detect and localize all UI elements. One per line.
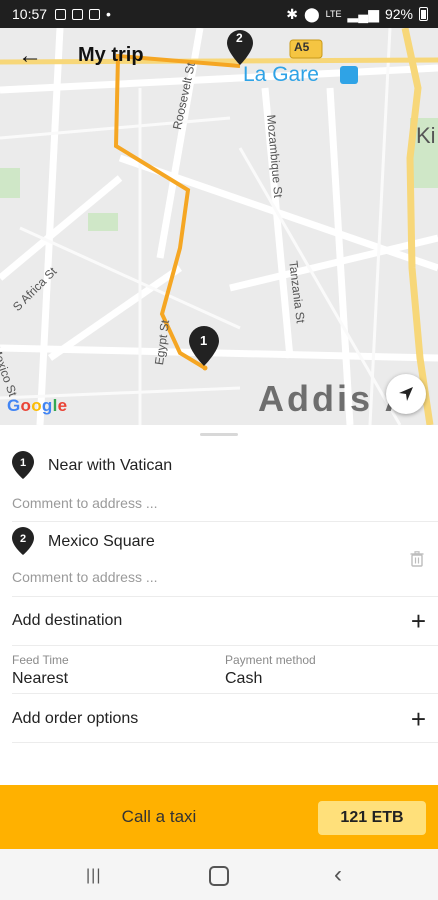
divider [12, 521, 438, 522]
stop-1-name[interactable]: Near with Vatican [48, 457, 172, 475]
lte-icon: LTE [325, 9, 342, 19]
trip-sheet: 1 Near with Vatican Comment to address .… [0, 425, 438, 785]
call-taxi-bar: Call a taxi 121 ETB [0, 785, 438, 849]
back-chevron-icon[interactable]: ‹ [334, 861, 342, 889]
svg-text:1: 1 [20, 457, 26, 469]
price-button[interactable]: 121 ETB [318, 801, 426, 835]
facebook-icon [72, 8, 84, 20]
pin-2-icon: 2 [12, 527, 34, 555]
add-destination-label: Add destination [12, 612, 123, 629]
map-pin-2-number: 2 [236, 31, 243, 45]
divider [12, 645, 438, 646]
stop-1-row[interactable]: 1 Near with Vatican Comment to address .… [12, 451, 426, 511]
battery-icon [419, 7, 428, 21]
status-time: 10:57 [12, 6, 48, 22]
divider [12, 742, 438, 743]
map-graphics [0, 28, 438, 425]
map-pin-1-number: 1 [200, 333, 208, 348]
divider [12, 596, 438, 597]
svg-text:2: 2 [20, 533, 26, 545]
lock-icon [89, 8, 101, 20]
back-button[interactable]: ← [18, 42, 46, 70]
add-destination-row[interactable]: Add destination + [12, 605, 426, 641]
payment-method-value[interactable]: Cash [225, 670, 262, 688]
dot-icon: • [106, 6, 111, 22]
navigation-arrow-icon [399, 387, 413, 401]
payment-method-label: Payment method [225, 653, 316, 667]
stop-2-name[interactable]: Mexico Square [48, 533, 155, 551]
map-view[interactable]: A5 La Gare Ki Roosevelt St Mozambique St… [0, 28, 438, 425]
stop-2-row[interactable]: 2 Mexico Square Comment to address ... [12, 527, 426, 587]
location-icon: ⬤ [304, 5, 320, 22]
status-bar: 10:57 • ✱ ⬤ LTE ▂▄▆ 92% [0, 0, 438, 28]
pin-1-icon: 1 [12, 451, 34, 479]
battery-percent: 92% [384, 6, 413, 22]
drag-handle[interactable] [200, 433, 238, 436]
call-taxi-button[interactable]: Call a taxi [0, 807, 318, 827]
stop-1-comment-input[interactable]: Comment to address ... [12, 495, 158, 511]
page-title: My trip [78, 44, 144, 66]
divider [12, 693, 438, 694]
stop-2-comment-input[interactable]: Comment to address ... [12, 569, 158, 585]
gallery-icon [55, 8, 67, 20]
google-logo: Google [7, 396, 68, 415]
my-location-button[interactable] [386, 374, 426, 414]
arrow-left-icon: ← [18, 42, 42, 69]
feed-time-value[interactable]: Nearest [12, 670, 68, 688]
home-icon[interactable] [209, 866, 229, 886]
trash-icon[interactable] [410, 551, 424, 567]
add-order-options-label: Add order options [12, 710, 139, 727]
system-nav-bar: ||| ‹ [0, 849, 438, 900]
side-label: Ki [416, 123, 436, 148]
signal-icon: ▂▄▆ [347, 5, 379, 22]
road-label-a5: A5 [294, 40, 310, 54]
plus-icon[interactable]: + [411, 608, 426, 634]
add-order-options-row[interactable]: Add order options + [12, 701, 426, 737]
plus-icon[interactable]: + [411, 706, 426, 732]
recent-apps-icon[interactable]: ||| [86, 867, 101, 885]
place-label-la-gare: La Gare [243, 63, 319, 86]
bluetooth-icon: ✱ [286, 5, 298, 22]
feed-time-label: Feed Time [12, 653, 69, 667]
